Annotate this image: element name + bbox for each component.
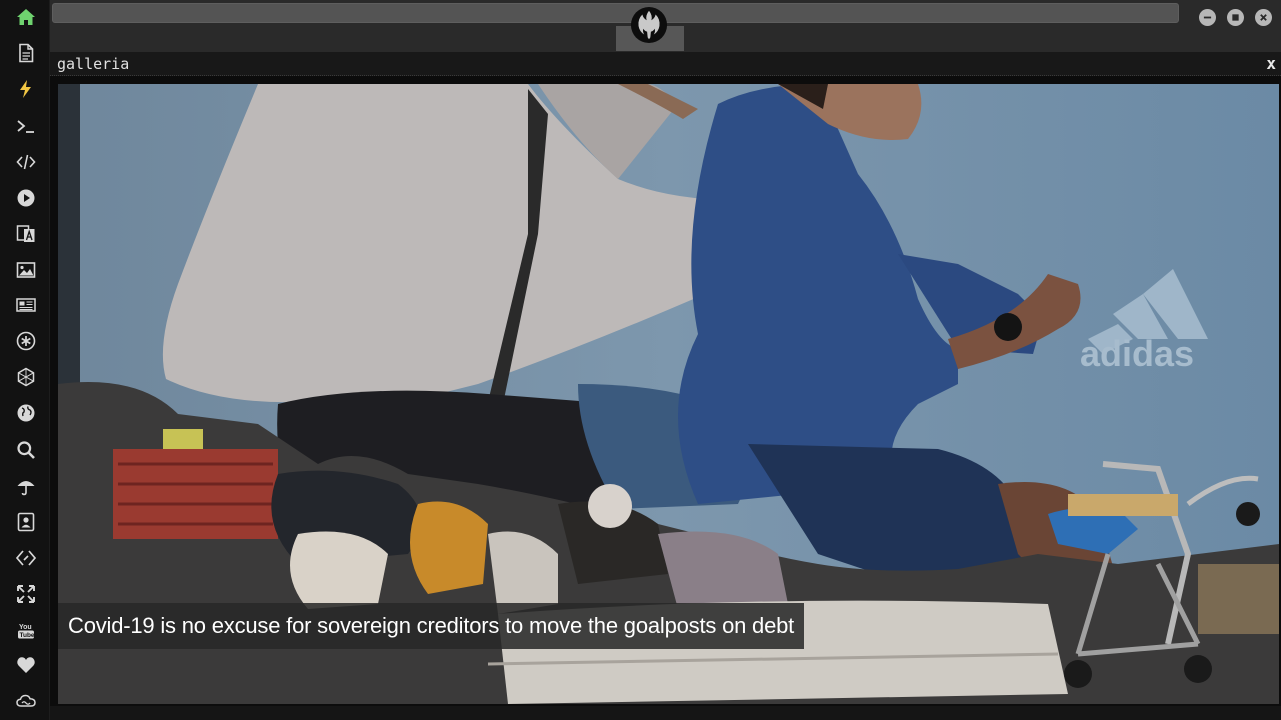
sidebar-item-newspaper[interactable]	[13, 292, 39, 318]
close-window-button[interactable]	[1255, 9, 1272, 26]
sidebar-item-hexagon[interactable]	[13, 364, 39, 390]
hexagon-icon	[17, 367, 35, 387]
sidebar: You Tube	[0, 0, 50, 720]
sidebar-item-api[interactable]	[13, 545, 39, 571]
youtube-icon: YouTube	[18, 624, 35, 639]
heart-icon	[17, 657, 35, 673]
sidebar-item-globe[interactable]	[13, 400, 39, 426]
sidebar-item-translate[interactable]	[13, 221, 39, 247]
photo-caption: Covid-19 is no excuse for sovereign cred…	[58, 603, 805, 649]
sidebar-item-umbrella[interactable]	[13, 473, 39, 499]
umbrella-icon	[17, 481, 35, 496]
sidebar-item-code[interactable]	[13, 149, 39, 175]
search-icon	[17, 441, 35, 459]
panel-title: galleria	[57, 55, 130, 73]
gallery-viewer: adidas Covid-19 is no excuse for soverei…	[50, 76, 1281, 720]
close-icon	[1260, 14, 1267, 21]
play-icon	[17, 189, 35, 207]
minimize-icon	[1203, 16, 1212, 19]
svg-text:You: You	[19, 624, 32, 631]
sidebar-item-home[interactable]	[13, 4, 39, 30]
sidebar-item-lightning[interactable]	[13, 76, 39, 102]
sidebar-item-image[interactable]	[13, 257, 39, 283]
maximize-icon	[1232, 14, 1239, 21]
minimize-button[interactable]	[1199, 9, 1216, 26]
sidebar-item-asterisk[interactable]	[13, 328, 39, 354]
sidebar-item-heart[interactable]	[13, 652, 39, 678]
address-bar[interactable]	[52, 3, 1179, 23]
caption-text: Covid-19 is no excuse for sovereign cred…	[68, 613, 795, 638]
asterisk-icon	[16, 331, 36, 351]
billboard-text: adidas	[1080, 333, 1194, 374]
sidebar-item-terminal[interactable]	[13, 113, 39, 139]
expand-icon	[17, 585, 35, 603]
terminal-icon	[17, 120, 34, 133]
rebel-alliance-icon	[630, 6, 668, 44]
sidebar-item-document[interactable]	[13, 40, 39, 66]
translate-icon	[16, 225, 35, 242]
gallery-bottom-bar	[50, 706, 1281, 720]
lightning-icon	[20, 80, 31, 98]
panel-header: galleria x	[50, 52, 1281, 76]
maximize-button[interactable]	[1227, 9, 1244, 26]
sidebar-item-expand[interactable]	[13, 581, 39, 607]
image-icon	[16, 262, 36, 278]
contact-card-icon	[17, 512, 35, 532]
panel-close-button[interactable]: x	[1266, 54, 1276, 73]
newspaper-icon	[16, 298, 36, 312]
globe-icon	[17, 404, 35, 422]
sidebar-item-youtube[interactable]: You Tube	[13, 617, 39, 643]
api-icon	[16, 550, 36, 566]
home-icon	[17, 9, 35, 25]
sidebar-item-contact[interactable]	[13, 509, 39, 535]
svg-text:Tube: Tube	[20, 632, 35, 639]
sidebar-item-search[interactable]	[13, 437, 39, 463]
cloud-icon	[16, 694, 36, 707]
sidebar-item-cloud[interactable]	[13, 688, 39, 714]
sidebar-item-play[interactable]	[13, 185, 39, 211]
code-icon	[16, 154, 36, 170]
window-titlebar	[50, 0, 1281, 52]
document-icon	[19, 43, 34, 63]
